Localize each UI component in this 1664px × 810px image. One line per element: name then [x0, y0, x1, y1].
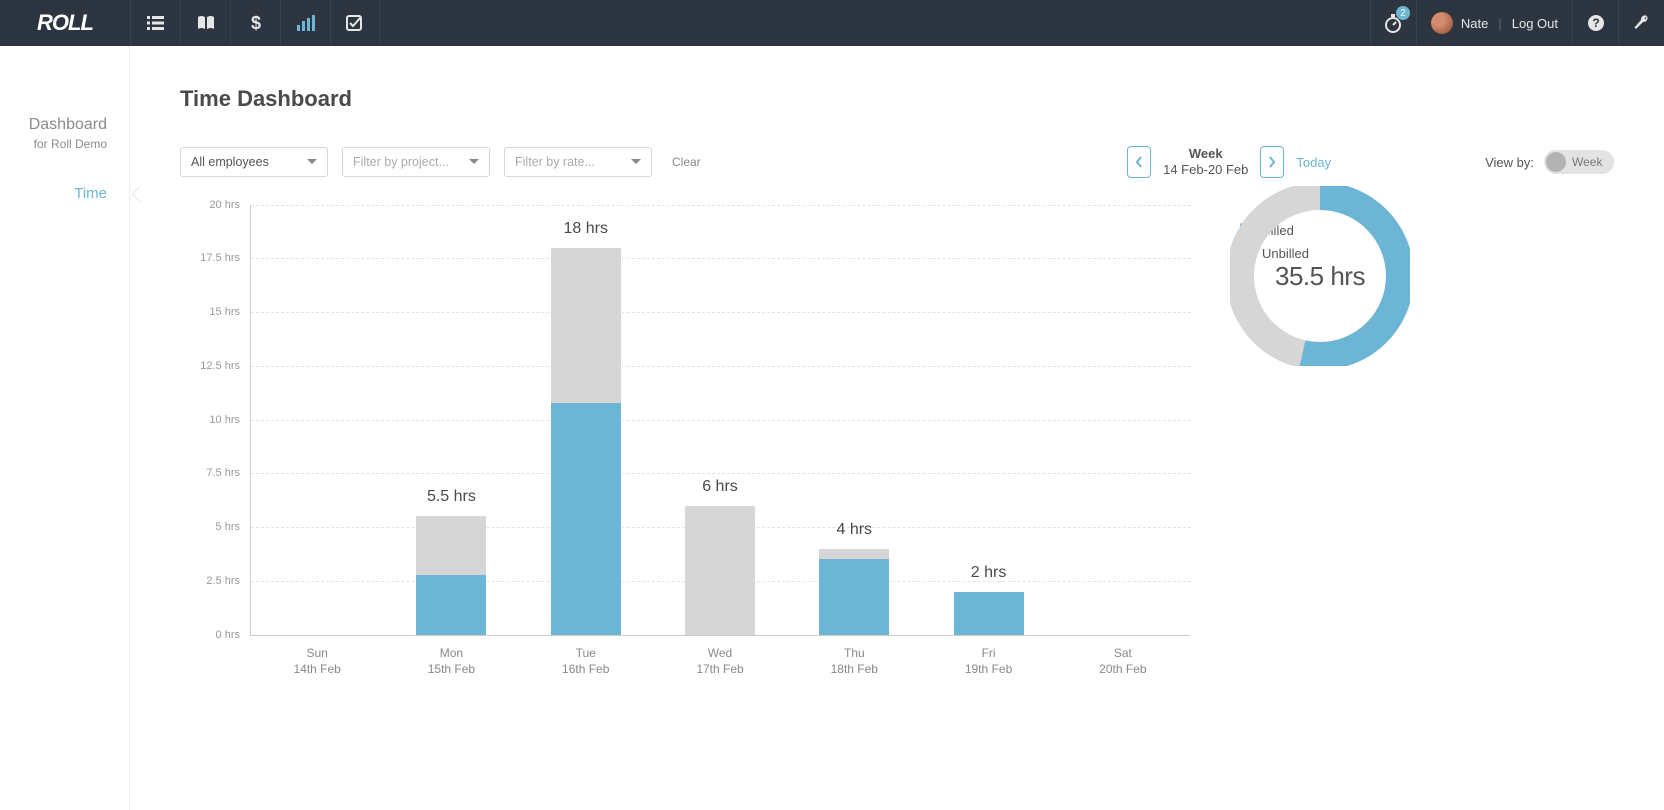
svg-text:?: ?	[1592, 16, 1599, 30]
x-tick-label: Sun14th Feb	[247, 645, 387, 679]
bar-billed[interactable]	[551, 403, 621, 634]
svg-text:$: $	[250, 14, 260, 32]
prev-week-button[interactable]	[1127, 146, 1151, 178]
username-label: Nate	[1461, 16, 1488, 31]
donut-total-label: 35.5 hrs	[1230, 186, 1410, 366]
help-button[interactable]: ?	[1572, 0, 1618, 46]
x-tick-label: Thu18th Feb	[784, 645, 924, 679]
bar-unbilled[interactable]	[551, 248, 621, 404]
topbar-right: 2 Nate | Log Out ?	[1370, 0, 1664, 46]
nav-book-icon[interactable]	[180, 0, 230, 46]
y-tick-label: 5 hrs	[216, 521, 240, 533]
donut-chart: 35.5 hrs	[1230, 186, 1410, 366]
project-placeholder: Filter by project...	[353, 155, 449, 169]
chevron-right-icon	[1268, 156, 1276, 168]
sidebar: Dashboard for Roll Demo Time	[0, 46, 130, 810]
bar-value-label: 2 hrs	[919, 564, 1059, 582]
bar-billed[interactable]	[416, 575, 486, 634]
filter-bar: All employees Filter by project... Filte…	[180, 146, 1614, 179]
bar-chart: 0 hrs 2.5 hrs 5 hrs 7.5 hrs 10 hrs 12.5 hrs 15…	[190, 205, 1190, 715]
nav-icon-group: $	[130, 0, 380, 46]
sidebar-item-time[interactable]: Time	[0, 185, 129, 202]
caret-icon	[307, 159, 317, 169]
y-tick-label: 7.5 hrs	[206, 467, 240, 479]
rate-placeholder: Filter by rate...	[515, 155, 595, 169]
nav-list-icon[interactable]	[130, 0, 180, 46]
y-tick-label: 2.5 hrs	[206, 575, 240, 587]
bar-value-label: 18 hrs	[516, 220, 656, 238]
date-nav: Week 14 Feb-20 Feb Today	[1127, 146, 1331, 179]
bar-billed[interactable]	[819, 559, 889, 634]
caret-icon	[469, 159, 479, 169]
timer-badge: 2	[1396, 6, 1410, 20]
nav-money-icon[interactable]: $	[230, 0, 280, 46]
x-tick-label: Mon15th Feb	[381, 645, 521, 679]
chevron-left-icon	[1135, 156, 1143, 168]
nav-chart-icon[interactable]	[280, 0, 330, 46]
week-range: Week 14 Feb-20 Feb	[1163, 146, 1248, 179]
bars-layer: 5.5 hrs 18 hrs 6 hrs 4 hrs 2 hrs	[250, 205, 1190, 635]
x-tick-label: Fri19th Feb	[919, 645, 1059, 679]
bar-value-label: 4 hrs	[784, 521, 924, 539]
next-week-button[interactable]	[1260, 146, 1284, 178]
bar-unbilled[interactable]	[819, 549, 889, 560]
today-link[interactable]: Today	[1296, 155, 1331, 170]
x-tick-label: Wed17th Feb	[650, 645, 790, 679]
y-tick-label: 17.5 hrs	[200, 252, 240, 264]
avatar	[1431, 12, 1453, 34]
rate-dropdown[interactable]: Filter by rate...	[504, 147, 652, 177]
nav-check-icon[interactable]	[330, 0, 380, 46]
clear-filters-link[interactable]: Clear	[672, 155, 701, 169]
y-tick-label: 15 hrs	[209, 306, 240, 318]
bar-value-label: 5.5 hrs	[381, 488, 521, 506]
wrench-icon	[1633, 14, 1651, 32]
bar-value-label: 6 hrs	[650, 478, 790, 496]
y-tick-label: 0 hrs	[216, 629, 240, 641]
bar-unbilled[interactable]	[416, 516, 486, 575]
y-tick-label: 20 hrs	[209, 199, 240, 211]
caret-icon	[631, 159, 641, 169]
baseline	[250, 635, 1190, 636]
y-axis: 0 hrs2.5 hrs5 hrs7.5 hrs10 hrs12.5 hrs15…	[190, 205, 240, 635]
employees-dropdown[interactable]: All employees	[180, 147, 328, 177]
main-content: Time Dashboard All employees Filter by p…	[130, 46, 1664, 715]
employees-value: All employees	[191, 155, 269, 169]
view-toggle[interactable]: Week	[1544, 150, 1614, 174]
user-menu[interactable]: Nate | Log Out	[1416, 0, 1572, 46]
logo[interactable]: ROLL	[0, 10, 130, 36]
y-tick-label: 10 hrs	[209, 414, 240, 426]
bar-unbilled[interactable]	[685, 506, 755, 635]
bar-billed[interactable]	[954, 592, 1024, 635]
settings-button[interactable]	[1618, 0, 1664, 46]
y-tick-label: 12.5 hrs	[200, 360, 240, 372]
toggle-knob	[1546, 152, 1566, 172]
sidebar-subtitle: for Roll Demo	[0, 137, 129, 151]
view-by-control: View by: Week	[1485, 150, 1614, 174]
x-tick-label: Sat20th Feb	[1053, 645, 1193, 679]
x-tick-label: Tue16th Feb	[516, 645, 656, 679]
logout-link[interactable]: Log Out	[1512, 16, 1558, 31]
sidebar-title[interactable]: Dashboard	[0, 116, 129, 134]
help-icon: ?	[1587, 14, 1605, 32]
page-title: Time Dashboard	[180, 86, 1614, 112]
project-dropdown[interactable]: Filter by project...	[342, 147, 490, 177]
topbar: ROLL $ 2 Nate | Log Out ?	[0, 0, 1664, 46]
timer-button[interactable]: 2	[1370, 0, 1416, 46]
